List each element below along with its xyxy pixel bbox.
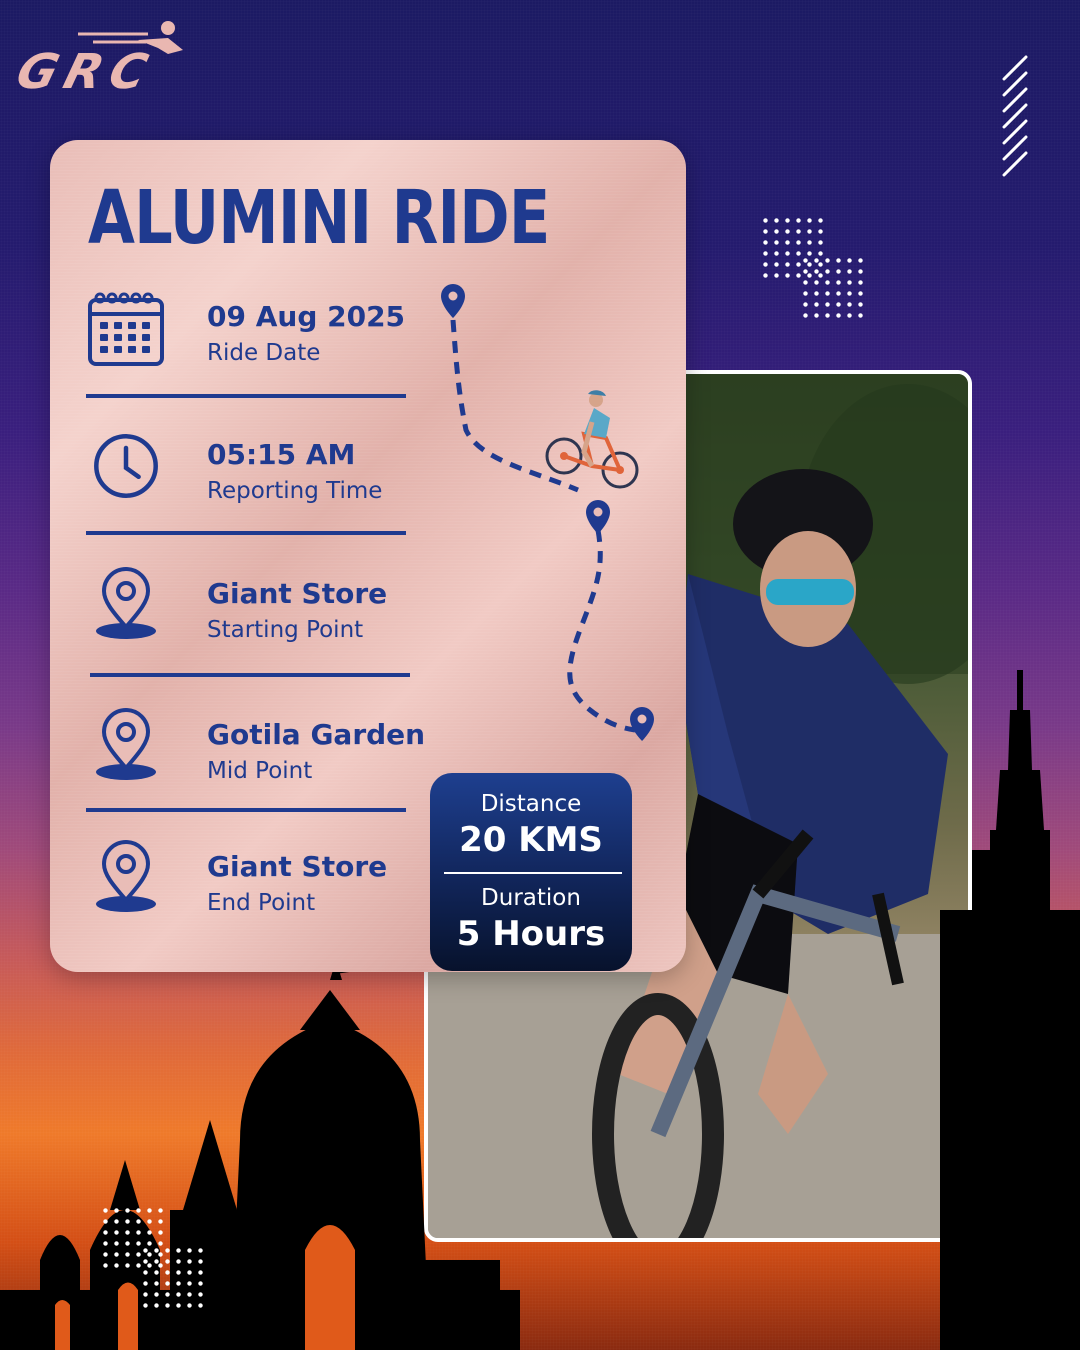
location-pin-icon (96, 567, 156, 639)
logo-text: GRC (10, 44, 162, 100)
divider (86, 394, 406, 398)
cyclist-icon (545, 390, 639, 489)
route-path-graphic (441, 284, 654, 741)
ride-date-row: 09 Aug 2025 Ride Date (86, 290, 416, 370)
end-point-label: End Point (207, 890, 316, 916)
ride-date-label: Ride Date (207, 340, 321, 366)
distance-label: Distance (480, 791, 582, 817)
ride-stats-box: Distance 20 KMS Duration 5 Hours (430, 773, 632, 971)
reporting-time-label: Reporting Time (207, 478, 383, 504)
route-mid-pin-icon (586, 500, 610, 534)
clock-icon (94, 434, 158, 498)
reporting-time-row: 05:15 AM Reporting Time (86, 428, 416, 508)
grc-logo: GRC (10, 20, 218, 100)
skyline-silhouette-left (0, 960, 520, 1350)
location-pin-icon (96, 708, 156, 780)
stats-divider (444, 872, 622, 874)
divider (90, 673, 410, 677)
mid-point-value: Gotila Garden (207, 718, 426, 751)
duration-value: 5 Hours (456, 914, 606, 954)
end-point-row: Giant Store End Point (86, 840, 416, 920)
page-title: ALUMINI RIDE (88, 175, 550, 261)
mid-point-row: Gotila Garden Mid Point (86, 708, 425, 788)
stripe-decoration-top (1002, 55, 1028, 177)
divider (86, 531, 406, 535)
divider (86, 808, 406, 812)
location-pin-icon (96, 840, 156, 912)
skyline-silhouette-right (940, 670, 1080, 1350)
dot-grid (140, 1245, 206, 1311)
distance-value: 20 KMS (459, 820, 603, 860)
starting-point-value: Giant Store (207, 577, 388, 610)
starting-point-row: Giant Store Starting Point (86, 567, 416, 647)
mid-point-label: Mid Point (207, 758, 313, 784)
end-point-value: Giant Store (207, 850, 388, 883)
reporting-time-value: 05:15 AM (207, 438, 356, 471)
calendar-icon (88, 292, 164, 366)
route-start-pin-icon (441, 284, 465, 318)
ride-date-value: 09 Aug 2025 (207, 300, 406, 333)
dot-grid (800, 255, 866, 321)
duration-label: Duration (481, 885, 581, 911)
starting-point-label: Starting Point (207, 617, 364, 643)
route-end-pin-icon (630, 707, 654, 741)
